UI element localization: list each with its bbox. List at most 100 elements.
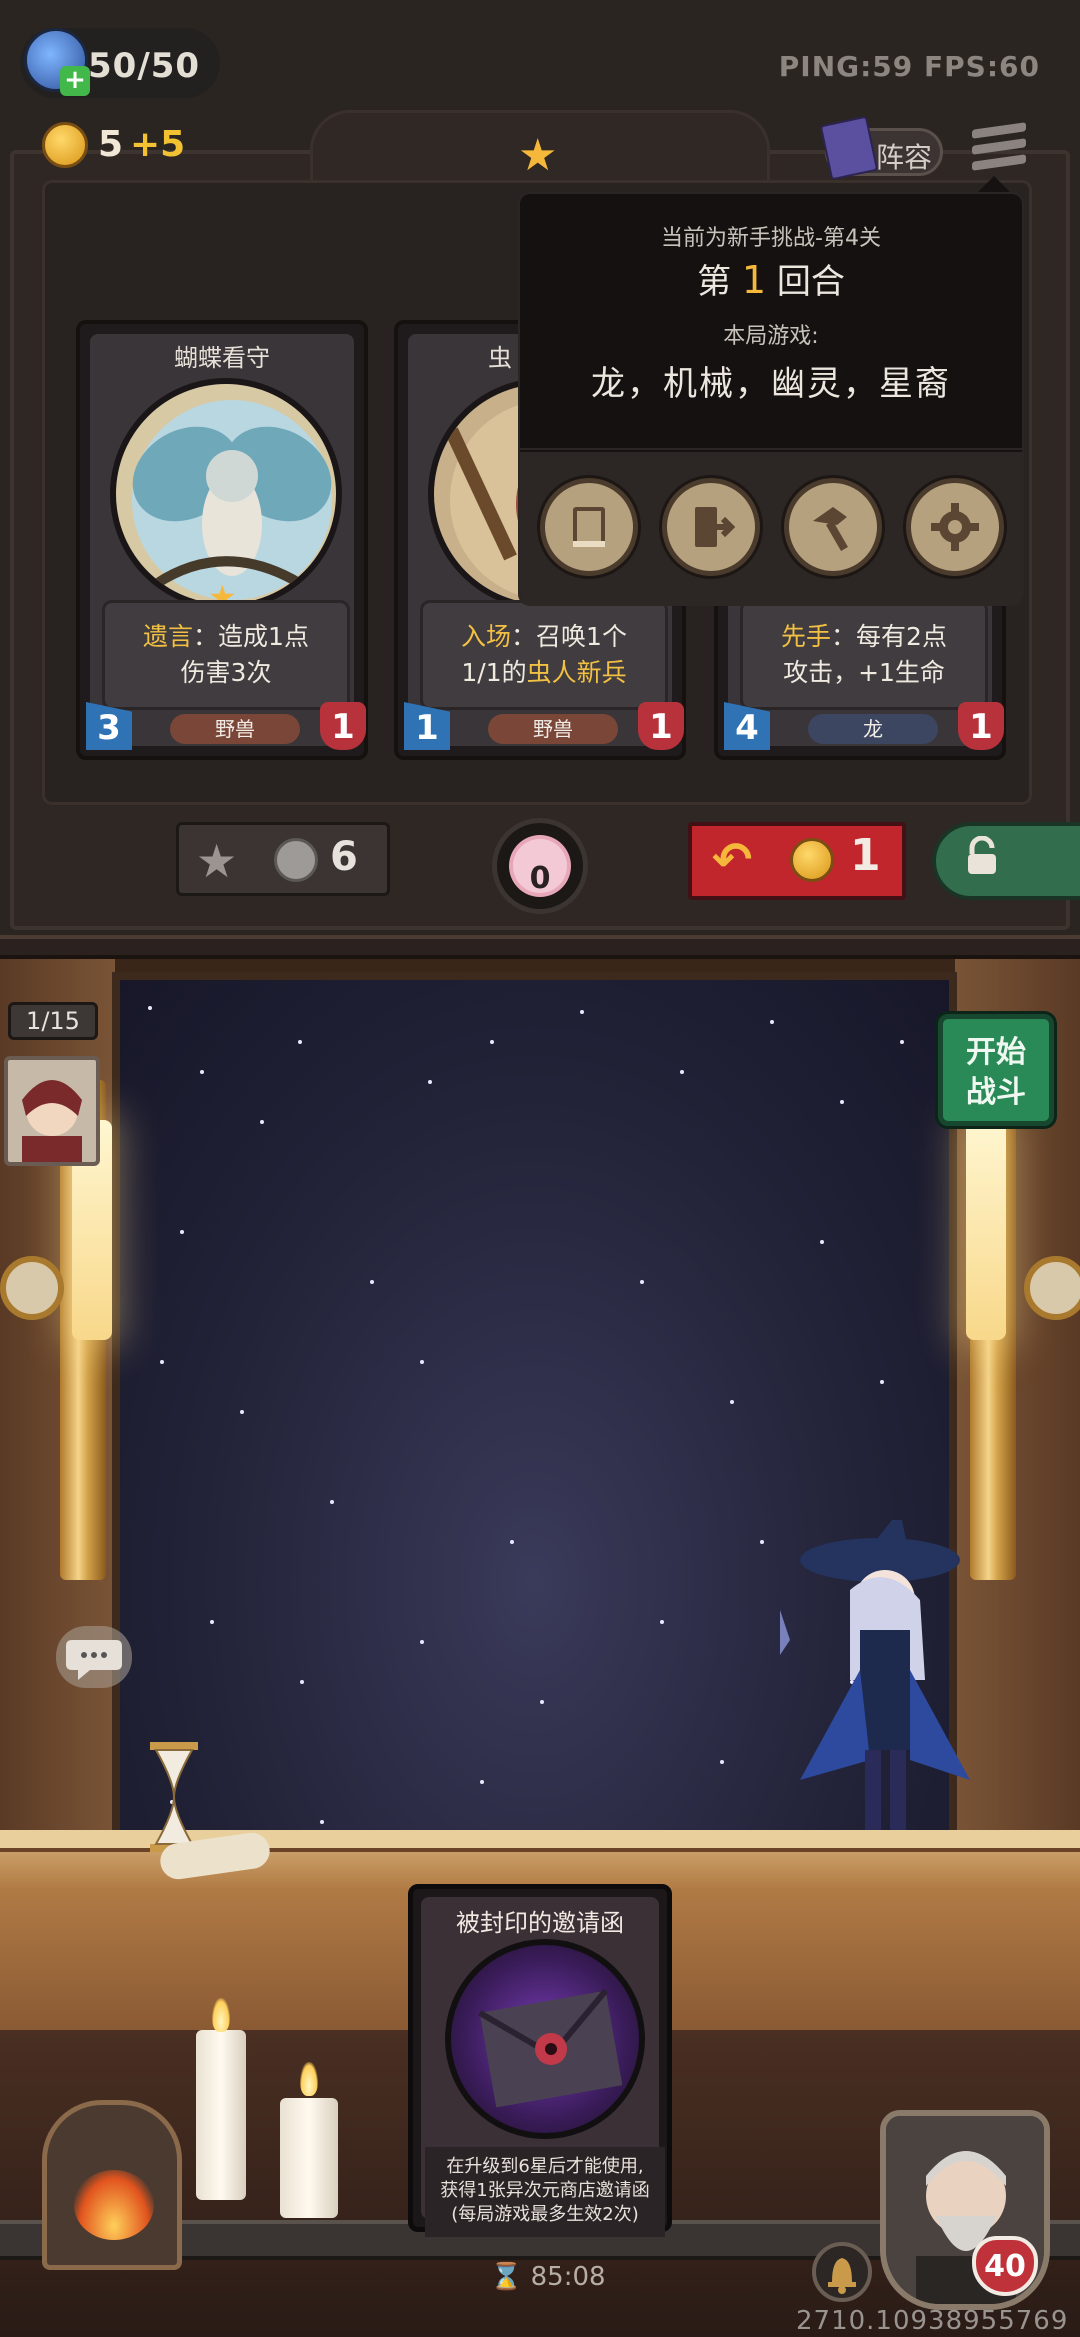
sky-star — [730, 1400, 734, 1404]
card-desc-text: 伤害3次 — [180, 658, 272, 687]
exit-button[interactable] — [662, 478, 760, 576]
game-info-popup: 当前为新手挑战-第4关 第 1 回合 本局游戏: 龙，机械，幽灵，星裔 — [518, 192, 1024, 606]
panel-divider — [0, 935, 1080, 959]
sealed-envelope-art — [445, 1939, 645, 2139]
gold-coin-icon — [42, 122, 88, 172]
card-keyword: 入场 — [461, 622, 512, 651]
card-footer: 4 龙 1 — [724, 702, 1004, 752]
round-prefix: 第 — [697, 262, 732, 302]
card-desc-text: 在升级到6星后才能使用, — [446, 2156, 644, 2177]
candle — [280, 2098, 338, 2218]
candle — [196, 2030, 246, 2200]
round-label: 第 1 回合 — [520, 254, 1022, 303]
hammer-button[interactable] — [784, 478, 882, 576]
sky-star — [490, 1040, 494, 1044]
gold-income: +5 — [130, 124, 186, 165]
card-desc-box: 遗言：造成1点 伤害3次 — [102, 600, 350, 710]
book-button[interactable] — [540, 478, 638, 576]
flower-count: 0 — [529, 861, 551, 896]
upgrade-star-icon: ★ — [196, 834, 238, 888]
menu-bar — [972, 154, 1026, 171]
sky-star — [760, 1540, 764, 1544]
sky-star — [370, 1280, 374, 1284]
card-attack: 1 — [404, 702, 450, 750]
card-health: 1 — [958, 702, 1004, 750]
network-stats: PING:59 FPS:60 — [778, 50, 1040, 83]
sky-star — [580, 1010, 584, 1014]
card-description: 入场：召唤1个 1/1的虫人新兵 — [423, 619, 665, 691]
hourglass-icon — [150, 1742, 198, 1852]
silver-coin-icon — [274, 838, 318, 882]
menu-button[interactable] — [972, 122, 1026, 182]
gold-coin-icon — [790, 838, 834, 882]
sky-star — [840, 1100, 844, 1104]
sky-star — [428, 1080, 432, 1084]
card-desc-text: ：召唤1个 — [511, 622, 627, 651]
sky-star — [240, 1410, 244, 1414]
sky-star — [680, 1070, 684, 1074]
bell-button[interactable] — [812, 2242, 872, 2302]
sky-star — [300, 1680, 304, 1684]
start-label-line: 战斗 — [966, 1075, 1026, 1110]
challenge-label: 当前为新手挑战-第4关 — [661, 226, 881, 251]
flower-button[interactable]: 0 — [492, 818, 588, 914]
chat-icon — [66, 1640, 122, 1680]
card-name: 被封印的邀请函 — [456, 1909, 624, 1937]
sky-star — [640, 1280, 644, 1284]
card-desc-text: (每局游戏最多生效2次) — [451, 2204, 639, 2225]
timer-value: 85:08 — [530, 2262, 606, 2292]
upgrade-cost: 6 — [330, 834, 358, 880]
card-desc-box: 入场：召唤1个 1/1的虫人新兵 — [420, 600, 668, 710]
refresh-icon: ↶ — [712, 832, 753, 888]
card-keyword: 先手 — [781, 622, 832, 651]
opponent-counter: 1/15 — [8, 1002, 98, 1040]
flower-icon: 0 — [513, 839, 567, 896]
tavern-star-icon: ★ — [518, 130, 558, 181]
debug-coordinates: 2710.10938955769 — [796, 2306, 1069, 2336]
card-health: 1 — [638, 702, 684, 750]
card-keyword: 虫人新兵 — [526, 658, 627, 687]
sky-star — [510, 1540, 514, 1544]
gear-icon — [931, 503, 979, 551]
lineup-label: 阵容 — [876, 141, 933, 174]
card-footer: 1 野兽 1 — [404, 702, 684, 752]
card-tribe: 野兽 — [170, 714, 300, 744]
sky-star — [260, 1120, 264, 1124]
card-keyword: 遗言 — [143, 622, 194, 651]
sky-star — [660, 1620, 664, 1624]
card-description: 先手：每有2点 攻击，+1生命 — [743, 619, 985, 691]
card-desc-text: ：每有2点 — [831, 622, 947, 651]
shop-card[interactable]: 蝴蝶看守 ★ 遗言：造成1点 伤害3次 3 野兽 1 — [76, 320, 368, 760]
card-tribe: 龙 — [808, 714, 938, 744]
pressure-gauge — [0, 1256, 64, 1320]
round-suffix: 回合 — [776, 262, 845, 302]
lock-shop-button[interactable] — [932, 822, 1080, 900]
card-desc-text: 攻击，+1生命 — [783, 658, 945, 687]
chat-button[interactable] — [56, 1626, 132, 1688]
popup-info-section: 当前为新手挑战-第4关 第 1 回合 本局游戏: 龙，机械，幽灵，星裔 — [520, 194, 1022, 450]
book-icon — [573, 507, 605, 547]
gold-value: 5 — [98, 124, 124, 165]
opponent-portrait[interactable] — [4, 1056, 100, 1166]
start-label-line: 开始 — [966, 1035, 1026, 1070]
sky-star — [540, 1700, 544, 1704]
sealed-invitation-card[interactable]: 被封印的邀请函 在升级到6星后才能使用, 获得1张异次元商店邀请函 (每局游戏最… — [408, 1884, 672, 2237]
bell-icon — [828, 2258, 856, 2294]
card-tribe: 野兽 — [488, 714, 618, 744]
card-name: 蝴蝶看守 — [174, 344, 270, 372]
sky-star — [720, 1760, 724, 1764]
card-description: 在升级到6星后才能使用, 获得1张异次元商店邀请函 (每局游戏最多生效2次) — [425, 2155, 665, 2227]
sky-star — [210, 1620, 214, 1624]
card-desc-text: ：造成1点 — [193, 622, 309, 651]
start-battle-button[interactable]: 开始 战斗 — [938, 1014, 1054, 1126]
heal-plus-icon: + — [60, 66, 90, 96]
sky-star — [420, 1640, 424, 1644]
sky-star — [320, 1820, 324, 1824]
pressure-gauge — [1024, 1256, 1080, 1320]
butterfly-guard-art — [110, 378, 342, 610]
wall-lamp — [966, 1120, 1006, 1340]
sky-star — [900, 1040, 904, 1044]
settings-button[interactable] — [906, 478, 1004, 576]
hammer-icon — [813, 507, 848, 551]
sky-star — [330, 1500, 334, 1504]
